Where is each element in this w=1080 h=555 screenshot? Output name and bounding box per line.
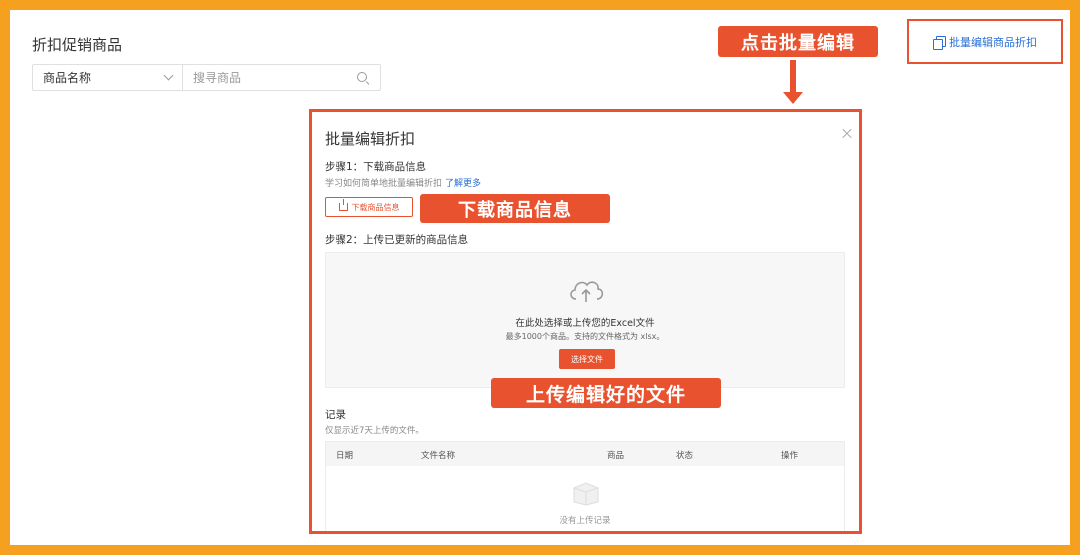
column-products: 商品 [607, 451, 625, 461]
empty-box-icon [573, 482, 599, 506]
column-status: 状态 [676, 451, 694, 461]
copy-icon [933, 35, 946, 50]
modal-title: 批量编辑折扣 [325, 130, 416, 148]
step1-title: 步骤1：下载商品信息 [325, 161, 427, 173]
page-title: 折扣促销商品 [32, 36, 123, 54]
column-filename: 文件名称 [421, 451, 456, 461]
column-date: 日期 [336, 451, 354, 461]
table-header: 日期 文件名称 商品 状态 操作 [326, 442, 844, 466]
filter-bar: 商品名称 搜寻商品 [32, 64, 381, 91]
close-icon[interactable] [841, 128, 853, 140]
callout-click-batch: 点击批量编辑 [718, 26, 878, 57]
batch-edit-modal: 批量编辑折扣 步骤1：下载商品信息 学习如何简单地批量编辑折扣 了解更多 下载商品… [309, 109, 862, 534]
records-title: 记录 [325, 409, 346, 421]
callout-upload: 上传编辑好的文件 [491, 378, 721, 408]
upload-dropzone[interactable]: 在此处选择或上传您的Excel文件 最多1000个商品。支持的文件格式为 xls… [325, 252, 845, 388]
step2-title: 步骤2：上传已更新的商品信息 [325, 234, 469, 246]
field-select-value: 商品名称 [43, 71, 92, 85]
download-button-label: 下载商品信息 [351, 202, 400, 212]
upload-limits: 最多1000个商品。支持的文件格式为 xlsx。 [505, 332, 665, 341]
download-button[interactable]: 下载商品信息 [325, 197, 413, 217]
step1-hint: 学习如何简单地批量编辑折扣 了解更多 [325, 176, 481, 189]
column-actions: 操作 [781, 451, 799, 461]
search-input[interactable]: 搜寻商品 [183, 65, 380, 90]
download-icon [338, 199, 348, 211]
page-frame: 折扣促销商品 商品名称 搜寻商品 点击批量编辑 批量编辑商品折扣 批量编辑折扣 … [10, 10, 1070, 545]
field-select[interactable]: 商品名称 [33, 65, 183, 90]
empty-state-text: 没有上传记录 [559, 516, 611, 526]
choose-file-button[interactable]: 选择文件 [559, 349, 615, 369]
cloud-upload-icon [570, 281, 604, 302]
callout-download: 下载商品信息 [420, 194, 610, 223]
learn-more-link[interactable]: 了解更多 [445, 179, 481, 189]
records-table: 日期 文件名称 商品 状态 操作 没有上传记录 [325, 441, 845, 531]
chevron-down-icon [163, 70, 174, 81]
search-icon [356, 71, 370, 85]
records-hint: 仅显示近7天上传的文件。 [325, 426, 424, 436]
batch-edit-link-label: 批量编辑商品折扣 [949, 35, 1037, 49]
upload-instructions: 在此处选择或上传您的Excel文件 [515, 318, 655, 329]
batch-edit-link[interactable]: 批量编辑商品折扣 [907, 19, 1063, 64]
arrow-down-icon [783, 60, 803, 105]
search-placeholder: 搜寻商品 [193, 71, 242, 85]
step1-hint-text: 学习如何简单地批量编辑折扣 [325, 179, 443, 189]
